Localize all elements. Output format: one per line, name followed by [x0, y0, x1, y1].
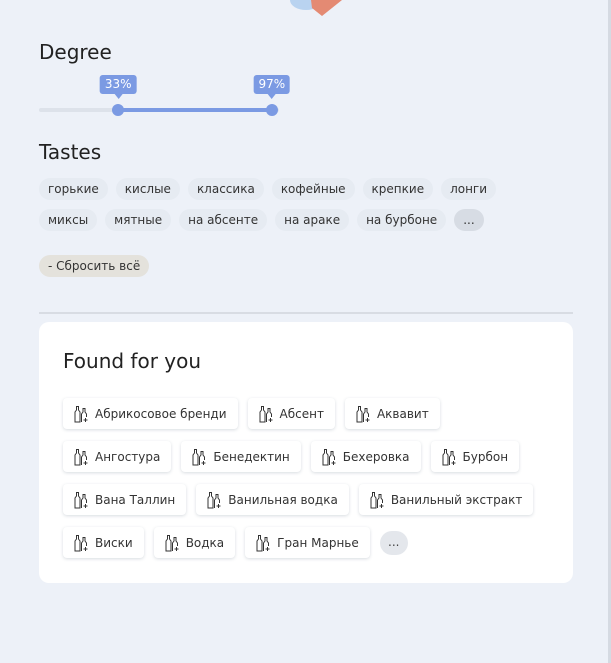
found-item-label: Бехеровка [342, 449, 410, 464]
tastes-chip-list: горькие кислые классика кофейные крепкие лонг… [39, 178, 559, 231]
found-item-label: Ванильная водка [228, 492, 338, 507]
bottles-icon [258, 405, 274, 423]
found-item[interactable]: Водка [153, 527, 236, 558]
found-item-label: Виски [95, 535, 133, 550]
found-item-label: Вана Таллин [95, 492, 176, 507]
found-item[interactable]: Ванильный экстракт [358, 484, 534, 515]
slider-min-handle[interactable] [112, 104, 125, 116]
taste-chip[interactable]: мятные [105, 209, 172, 231]
taste-chip[interactable]: классика [187, 178, 264, 200]
found-item-label: Гран Марнье [277, 535, 359, 550]
found-item[interactable]: Абрикосовое бренди [63, 398, 238, 429]
found-item[interactable]: Абсент [247, 398, 335, 429]
bottles-icon [164, 534, 180, 552]
taste-chip[interactable]: миксы [39, 209, 98, 231]
taste-chip[interactable]: кислые [115, 178, 180, 200]
slider-range-fill [118, 108, 272, 112]
found-item-label: Ангостура [95, 449, 161, 464]
found-item-label: Абрикосовое бренди [95, 406, 227, 421]
taste-chip[interactable]: на абсенте [179, 209, 268, 231]
bottles-icon [369, 491, 385, 509]
found-item-list: Абрикосовое бренди Абсент Аквавит Ангостура… [63, 398, 558, 558]
bottles-icon [355, 405, 371, 423]
bottles-icon [191, 448, 207, 466]
taste-chip[interactable]: горькие [39, 178, 108, 200]
reset-all-button[interactable]: - Сбросить всё [39, 255, 150, 277]
bottles-icon [73, 491, 89, 509]
degree-title: Degree [39, 40, 112, 64]
tastes-more-button[interactable]: ... [454, 209, 484, 231]
taste-chip[interactable]: на бурбоне [357, 209, 447, 231]
found-item[interactable]: Ванильная водка [196, 484, 349, 515]
taste-chip[interactable]: крепкие [362, 178, 434, 200]
bottles-icon [206, 491, 222, 509]
logo-icon [290, 0, 342, 16]
tastes-title: Tastes [39, 140, 102, 164]
slider-min-tooltip: 33% [99, 75, 137, 99]
found-item[interactable]: Ангостура [63, 441, 172, 472]
taste-chip[interactable]: на араке [275, 209, 350, 231]
found-item[interactable]: Бенедектин [181, 441, 301, 472]
found-item[interactable]: Гран Марнье [245, 527, 370, 558]
found-item-label: Водка [185, 535, 225, 550]
slider-max-tooltip: 97% [253, 75, 291, 99]
found-item-label: Аквавит [376, 406, 429, 421]
found-item[interactable]: Вана Таллин [63, 484, 187, 515]
found-item[interactable]: Бехеровка [310, 441, 421, 472]
found-item[interactable]: Виски [63, 527, 144, 558]
bottles-icon [255, 534, 271, 552]
bottles-icon [441, 448, 457, 466]
bottles-icon [321, 448, 337, 466]
taste-chip[interactable]: кофейные [271, 178, 355, 200]
bottles-icon [73, 534, 89, 552]
found-item[interactable]: Аквавит [344, 398, 440, 429]
bottles-icon [73, 405, 89, 423]
found-item-label: Ванильный экстракт [390, 492, 523, 507]
divider [39, 312, 573, 314]
found-item[interactable]: Бурбон [430, 441, 520, 472]
found-item-label: Абсент [279, 406, 324, 421]
bottles-icon [73, 448, 89, 466]
found-more-button[interactable]: ... [379, 531, 408, 555]
found-item-label: Бенедектин [213, 449, 290, 464]
taste-chip[interactable]: лонги [441, 178, 497, 200]
found-card: Found for you Абрикосовое бренди Абсент Ак… [39, 322, 573, 583]
degree-slider[interactable]: 33% 97% [39, 75, 291, 119]
slider-max-handle[interactable] [265, 104, 278, 116]
found-title: Found for you [63, 349, 202, 373]
found-item-label: Бурбон [462, 449, 509, 464]
